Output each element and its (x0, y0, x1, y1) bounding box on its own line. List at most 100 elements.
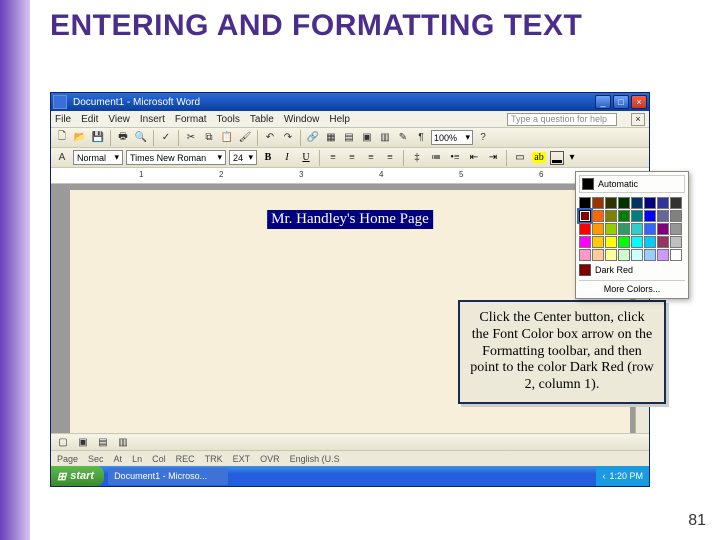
color-swatch-r2-c5[interactable] (631, 210, 643, 222)
doc-close-button[interactable]: × (631, 113, 645, 126)
font-color-button[interactable] (550, 151, 564, 165)
underline-button[interactable]: U (298, 150, 314, 166)
automatic-color-row[interactable]: Automatic (579, 175, 685, 193)
tables-borders-icon[interactable]: ▦ (323, 130, 339, 146)
color-swatch-r3-c5[interactable] (631, 223, 643, 235)
help-icon[interactable]: ? (475, 130, 491, 146)
menu-view[interactable]: View (108, 114, 130, 125)
start-button[interactable]: ⊞ start (51, 466, 104, 486)
decrease-indent-button[interactable]: ⇤ (466, 150, 482, 166)
color-swatch-r2-c1[interactable] (579, 210, 591, 222)
color-swatch-r4-c1[interactable] (579, 236, 591, 248)
menu-insert[interactable]: Insert (140, 114, 165, 125)
color-swatch-r3-c3[interactable] (605, 223, 617, 235)
minimize-button[interactable]: _ (595, 95, 611, 109)
color-swatch-r5-c8[interactable] (670, 249, 682, 261)
undo-icon[interactable]: ↶ (262, 130, 278, 146)
color-swatch-r1-c3[interactable] (605, 197, 617, 209)
color-swatch-r4-c6[interactable] (644, 236, 656, 248)
format-painter-icon[interactable]: 🖌 (237, 130, 253, 146)
close-button[interactable]: × (631, 95, 647, 109)
menu-help[interactable]: Help (329, 114, 350, 125)
color-swatch-r4-c3[interactable] (605, 236, 617, 248)
color-swatch-r2-c2[interactable] (592, 210, 604, 222)
redo-icon[interactable]: ↷ (280, 130, 296, 146)
spellcheck-icon[interactable]: ✓ (158, 130, 174, 146)
open-icon[interactable]: 📂 (72, 130, 88, 146)
color-swatch-r4-c4[interactable] (618, 236, 630, 248)
color-swatch-r3-c7[interactable] (657, 223, 669, 235)
styles-pane-icon[interactable]: A (54, 150, 70, 166)
color-swatch-r5-c7[interactable] (657, 249, 669, 261)
color-swatch-r5-c6[interactable] (644, 249, 656, 261)
columns-icon[interactable]: ▥ (377, 130, 393, 146)
color-swatch-r4-c7[interactable] (657, 236, 669, 248)
color-swatch-r1-c6[interactable] (644, 197, 656, 209)
increase-indent-button[interactable]: ⇥ (485, 150, 501, 166)
maximize-button[interactable]: □ (613, 95, 629, 109)
color-swatch-r3-c4[interactable] (618, 223, 630, 235)
font-color-arrow[interactable]: ▾ (567, 150, 577, 166)
bold-button[interactable]: B (260, 150, 276, 166)
selected-text[interactable]: Mr. Handley's Home Page (267, 210, 433, 229)
excel-icon[interactable]: ▣ (359, 130, 375, 146)
borders-button[interactable]: ▭ (512, 150, 528, 166)
justify-button[interactable]: ≡ (382, 150, 398, 166)
menu-window[interactable]: Window (284, 114, 320, 125)
menu-table[interactable]: Table (250, 114, 274, 125)
help-search-input[interactable]: Type a question for help (507, 113, 617, 126)
menu-tools[interactable]: Tools (217, 114, 240, 125)
taskbar-item-word[interactable]: Document1 - Microso... (108, 468, 228, 485)
color-swatch-r3-c2[interactable] (592, 223, 604, 235)
paste-icon[interactable]: 📋 (219, 130, 235, 146)
color-swatch-r1-c5[interactable] (631, 197, 643, 209)
color-swatch-r2-c7[interactable] (657, 210, 669, 222)
hyperlink-icon[interactable]: 🔗 (305, 130, 321, 146)
save-icon[interactable]: 💾 (90, 130, 106, 146)
color-swatch-r5-c2[interactable] (592, 249, 604, 261)
color-swatch-r1-c7[interactable] (657, 197, 669, 209)
color-swatch-r3-c1[interactable] (579, 223, 591, 235)
color-swatch-r1-c8[interactable] (670, 197, 682, 209)
color-swatch-r5-c1[interactable] (579, 249, 591, 261)
color-swatch-r5-c3[interactable] (605, 249, 617, 261)
insert-table-icon[interactable]: ▤ (341, 130, 357, 146)
view-normal-icon[interactable]: ▢ (55, 434, 71, 450)
new-doc-icon[interactable]: 🗋 (54, 130, 70, 146)
color-swatch-r2-c4[interactable] (618, 210, 630, 222)
align-right-button[interactable]: ≡ (363, 150, 379, 166)
print-icon[interactable]: 🖶 (115, 130, 131, 146)
menu-edit[interactable]: Edit (81, 114, 98, 125)
bulleted-list-button[interactable]: •≡ (447, 150, 463, 166)
menu-file[interactable]: File (55, 114, 71, 125)
color-swatch-r4-c2[interactable] (592, 236, 604, 248)
color-swatch-r2-c3[interactable] (605, 210, 617, 222)
color-swatch-r3-c6[interactable] (644, 223, 656, 235)
font-combo[interactable]: Times New Roman▾ (126, 150, 226, 165)
color-swatch-r3-c8[interactable] (670, 223, 682, 235)
color-swatch-r2-c8[interactable] (670, 210, 682, 222)
color-swatch-r2-c6[interactable] (644, 210, 656, 222)
numbered-list-button[interactable]: ≔ (428, 150, 444, 166)
italic-button[interactable]: I (279, 150, 295, 166)
view-web-icon[interactable]: ▣ (75, 434, 91, 450)
highlight-button[interactable]: ab (531, 150, 547, 166)
drawing-icon[interactable]: ✎ (395, 130, 411, 146)
style-combo[interactable]: Normal▾ (73, 150, 123, 165)
color-swatch-r4-c5[interactable] (631, 236, 643, 248)
color-swatch-r5-c5[interactable] (631, 249, 643, 261)
color-swatch-r4-c8[interactable] (670, 236, 682, 248)
cut-icon[interactable]: ✂ (183, 130, 199, 146)
view-outline-icon[interactable]: ▥ (115, 434, 131, 450)
horizontal-ruler[interactable]: 1 2 3 4 5 6 (51, 168, 649, 184)
more-colors-button[interactable]: More Colors... (579, 280, 685, 295)
align-center-button[interactable]: ≡ (344, 150, 360, 166)
line-spacing-button[interactable]: ‡ (409, 150, 425, 166)
color-swatch-r1-c1[interactable] (579, 197, 591, 209)
copy-icon[interactable]: ⧉ (201, 130, 217, 146)
system-tray[interactable]: ‹ 1:20 PM (596, 466, 649, 486)
align-left-button[interactable]: ≡ (325, 150, 341, 166)
print-preview-icon[interactable]: 🔍 (133, 130, 149, 146)
menu-format[interactable]: Format (175, 114, 207, 125)
doc-map-icon[interactable]: ¶ (413, 130, 429, 146)
